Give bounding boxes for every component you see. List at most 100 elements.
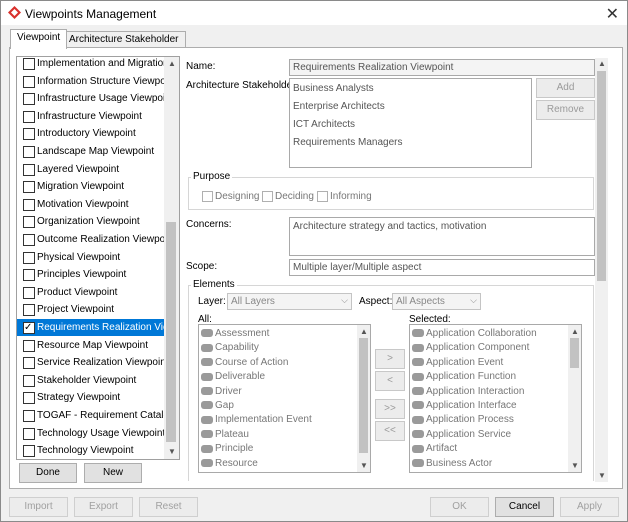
- viewpoint-list-item[interactable]: Introductory Viewpoint: [17, 125, 165, 142]
- checkbox[interactable]: [23, 445, 35, 458]
- designing-checkbox[interactable]: [202, 191, 213, 202]
- viewpoint-list-item[interactable]: Technology Viewpoint: [17, 442, 165, 459]
- selected-element-item[interactable]: Application Service: [412, 428, 511, 442]
- checkbox[interactable]: [23, 357, 35, 370]
- checkbox[interactable]: [23, 286, 35, 299]
- checkbox[interactable]: [23, 410, 35, 422]
- stakeholder-item[interactable]: Enterprise Architects: [293, 101, 385, 112]
- checkbox[interactable]: [23, 374, 35, 387]
- all-element-item[interactable]: Resource: [201, 457, 258, 471]
- viewpoint-list-scrollbar[interactable]: ▲ ▼: [164, 57, 179, 459]
- scroll-up-icon[interactable]: ▲: [571, 327, 579, 336]
- scroll-up-icon[interactable]: ▲: [360, 327, 368, 336]
- viewpoint-list-item[interactable]: Product Viewpoint: [17, 284, 165, 301]
- scroll-down-icon[interactable]: ▼: [598, 471, 606, 480]
- selected-element-item[interactable]: Application Interface: [412, 399, 517, 413]
- tab-viewpoint[interactable]: Viewpoint: [10, 29, 68, 49]
- checkbox[interactable]: [23, 427, 35, 440]
- all-element-item[interactable]: Deliverable: [201, 370, 265, 384]
- close-icon[interactable]: ✕: [606, 4, 619, 24]
- viewpoint-list-item[interactable]: Project Viewpoint: [17, 301, 165, 318]
- add-stakeholder-button[interactable]: Add: [536, 78, 595, 98]
- checkbox[interactable]: [23, 216, 35, 229]
- selected-elements-list[interactable]: Application Collaboration Application Com…: [409, 324, 582, 473]
- all-element-item[interactable]: Capability: [201, 341, 259, 355]
- viewpoint-list-item[interactable]: Information Structure Viewpoint: [17, 73, 165, 90]
- scope-field[interactable]: Multiple layer/Multiple aspect: [289, 259, 595, 276]
- deciding-checkbox[interactable]: [262, 191, 273, 202]
- all-list-scrollbar[interactable]: ▲ ▼: [357, 325, 370, 472]
- all-elements-list[interactable]: Assessment Capability Course of Action Deli…: [198, 324, 371, 473]
- selected-element-item[interactable]: Application Collaboration: [412, 327, 537, 341]
- selected-element-item[interactable]: Application Function: [412, 370, 516, 384]
- checkbox[interactable]: [23, 110, 35, 123]
- checkbox[interactable]: ✓: [23, 322, 35, 334]
- scroll-up-icon[interactable]: ▲: [168, 59, 176, 68]
- checkbox[interactable]: [23, 93, 35, 106]
- viewpoint-list-item[interactable]: Implementation and Migration ...: [17, 57, 165, 72]
- checkbox[interactable]: [23, 146, 35, 158]
- viewpoint-list[interactable]: Implementation and Migration ... Informat…: [16, 56, 180, 460]
- viewpoint-list-item[interactable]: Landscape Map Viewpoint: [17, 143, 165, 160]
- scroll-thumb[interactable]: [359, 338, 368, 453]
- selected-element-item[interactable]: Business Actor: [412, 457, 492, 471]
- stakeholder-item[interactable]: Requirements Managers: [293, 137, 403, 148]
- selected-element-item[interactable]: Application Component: [412, 341, 529, 355]
- viewpoint-list-item[interactable]: Layered Viewpoint: [17, 161, 165, 178]
- layer-dropdown[interactable]: All Layers ⌵: [227, 293, 352, 310]
- scroll-thumb[interactable]: [597, 71, 606, 281]
- all-element-item[interactable]: Plateau: [201, 428, 249, 442]
- all-element-item[interactable]: Course of Action: [201, 356, 288, 370]
- selected-element-item[interactable]: Artifact: [412, 442, 457, 456]
- checkbox[interactable]: [23, 269, 35, 282]
- remove-stakeholder-button[interactable]: Remove: [536, 100, 595, 120]
- selected-element-item[interactable]: Application Interaction: [412, 385, 524, 399]
- viewpoint-list-item[interactable]: Technology Usage Viewpoint: [17, 425, 165, 442]
- export-button[interactable]: Export: [74, 497, 133, 517]
- viewpoint-list-item[interactable]: Migration Viewpoint: [17, 178, 165, 195]
- checkbox[interactable]: [23, 181, 35, 194]
- stakeholders-list[interactable]: Business Analysts Enterprise Architects …: [289, 78, 532, 168]
- checkbox[interactable]: [23, 128, 35, 141]
- viewpoint-list-item[interactable]: Strategy Viewpoint: [17, 389, 165, 406]
- concerns-field[interactable]: Architecture strategy and tactics, motiv…: [289, 217, 595, 256]
- checkbox[interactable]: [23, 251, 35, 264]
- checkbox[interactable]: [23, 198, 35, 211]
- viewpoint-list-item[interactable]: Infrastructure Viewpoint: [17, 108, 165, 125]
- viewpoint-list-item[interactable]: Service Realization Viewpoint: [17, 354, 165, 371]
- import-button[interactable]: Import: [9, 497, 68, 517]
- checkbox[interactable]: [23, 392, 35, 405]
- all-element-item[interactable]: Gap: [201, 399, 234, 413]
- cancel-button[interactable]: Cancel: [495, 497, 554, 517]
- viewpoint-list-item[interactable]: Motivation Viewpoint: [17, 196, 165, 213]
- scroll-down-icon[interactable]: ▼: [168, 447, 176, 456]
- scroll-thumb[interactable]: [166, 222, 176, 442]
- ok-button[interactable]: OK: [430, 497, 489, 517]
- viewpoint-list-item[interactable]: Resource Map Viewpoint: [17, 337, 165, 354]
- viewpoint-list-item[interactable]: Outcome Realization Viewpoint: [17, 231, 165, 248]
- viewpoint-list-item[interactable]: Physical Viewpoint: [17, 249, 165, 266]
- new-button[interactable]: New: [84, 463, 142, 483]
- move-all-right-button[interactable]: >>: [375, 399, 405, 419]
- reset-button[interactable]: Reset: [139, 497, 198, 517]
- viewpoint-list-item[interactable]: Principles Viewpoint: [17, 266, 165, 283]
- aspect-dropdown[interactable]: All Aspects ⌵: [392, 293, 481, 310]
- selected-element-item[interactable]: Application Event: [412, 356, 503, 370]
- all-element-item[interactable]: Implementation Event: [201, 413, 312, 427]
- viewpoint-list-item[interactable]: Organization Viewpoint: [17, 213, 165, 230]
- informing-checkbox[interactable]: [317, 191, 328, 202]
- form-scrollbar[interactable]: ▲ ▼: [595, 58, 608, 482]
- scroll-up-icon[interactable]: ▲: [598, 59, 606, 68]
- stakeholder-item[interactable]: ICT Architects: [293, 119, 355, 130]
- checkbox[interactable]: [23, 58, 35, 70]
- all-element-item[interactable]: Assessment: [201, 327, 269, 341]
- all-element-item[interactable]: Driver: [201, 385, 242, 399]
- scroll-thumb[interactable]: [570, 338, 579, 368]
- stakeholder-item[interactable]: Business Analysts: [293, 83, 374, 94]
- move-right-button[interactable]: >: [375, 349, 405, 369]
- checkbox[interactable]: [23, 234, 35, 246]
- selected-list-scrollbar[interactable]: ▲ ▼: [568, 325, 581, 472]
- done-button[interactable]: Done: [19, 463, 77, 483]
- viewpoint-list-item[interactable]: Infrastructure Usage Viewpoint: [17, 90, 165, 107]
- move-left-button[interactable]: <: [375, 371, 405, 391]
